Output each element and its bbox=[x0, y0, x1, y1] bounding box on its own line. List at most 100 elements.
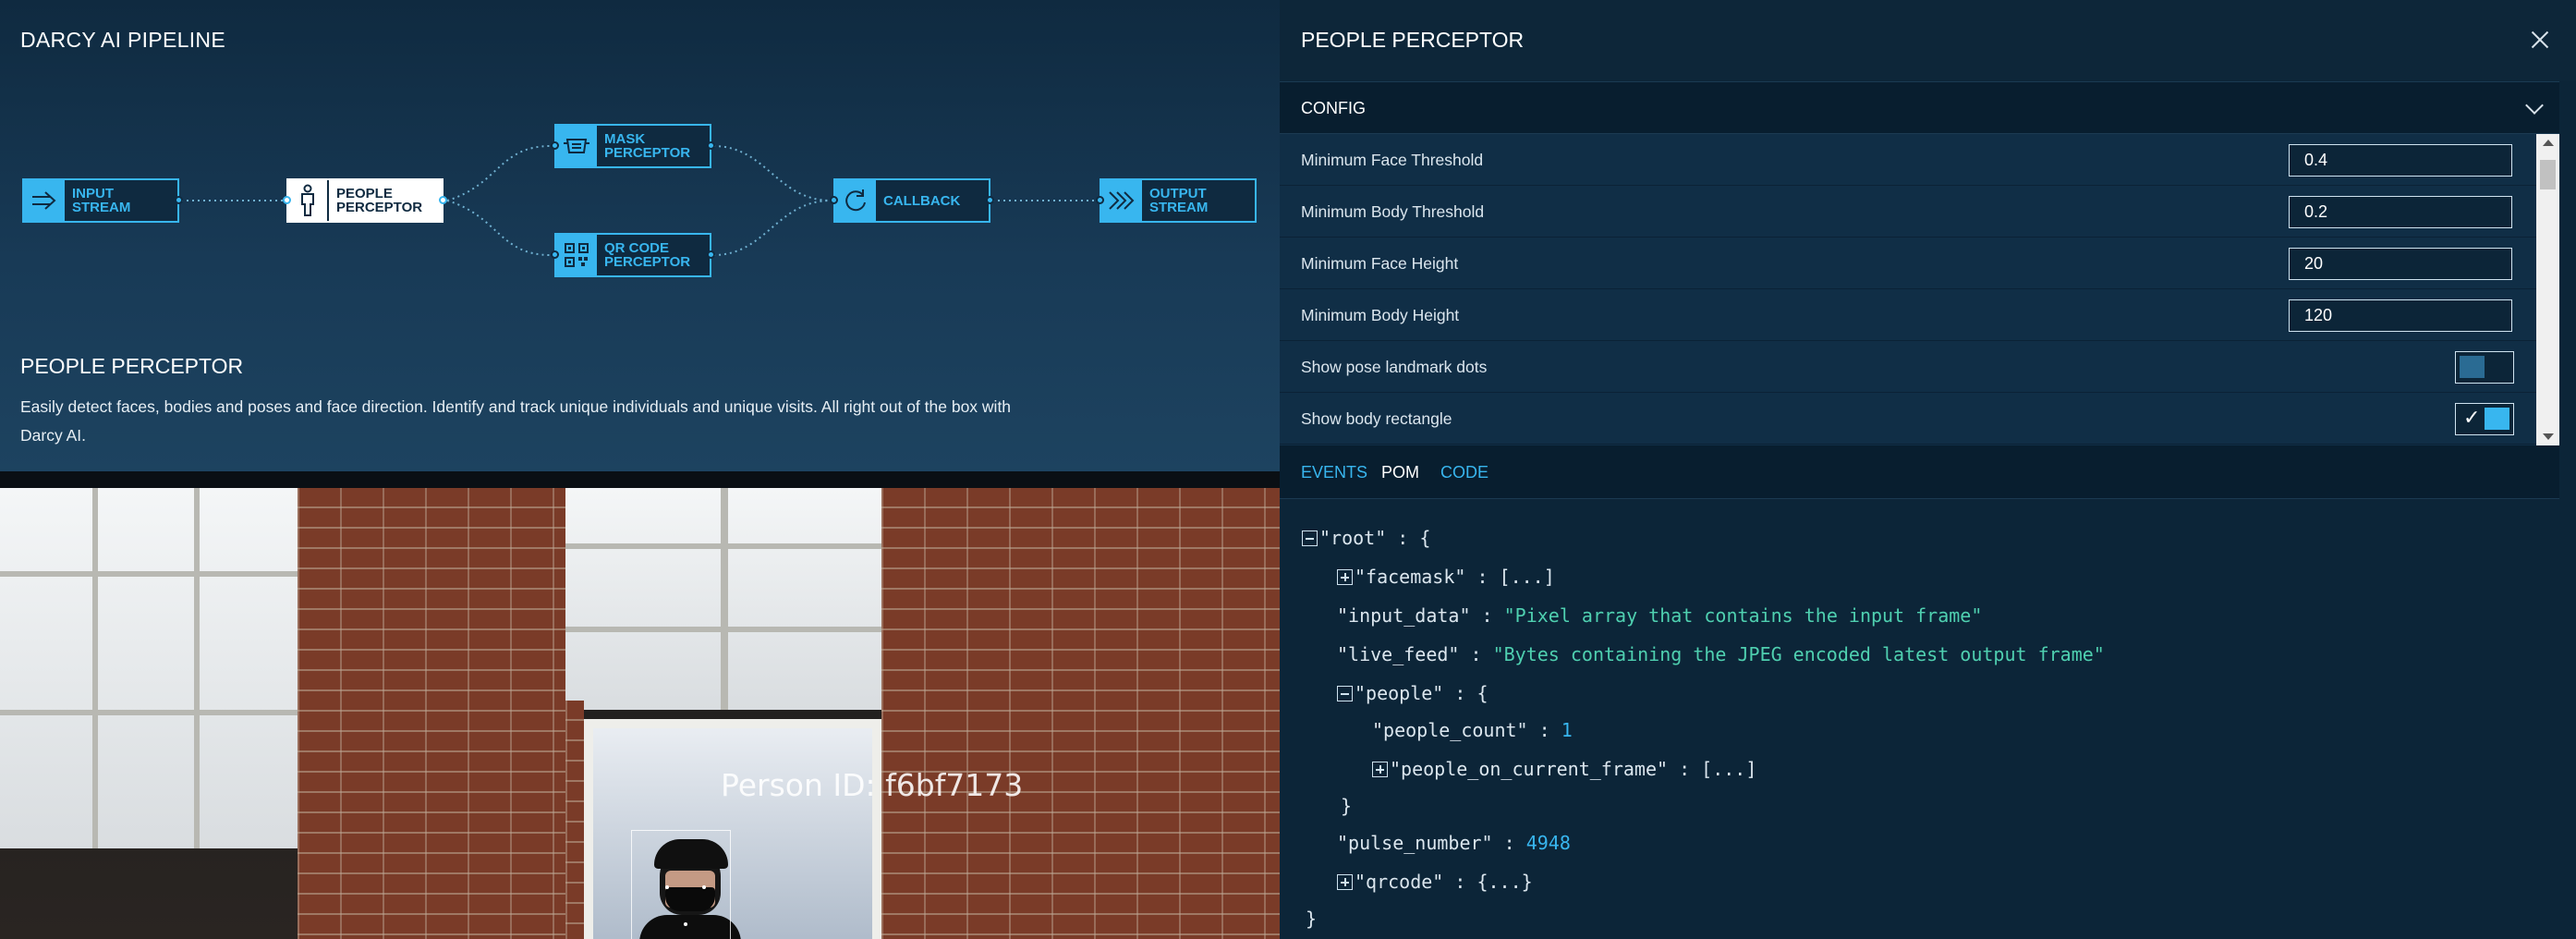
checkmark-icon: ✓ bbox=[2463, 406, 2481, 429]
config-section-header[interactable]: CONFIG bbox=[1280, 81, 2559, 134]
landmark-dot bbox=[702, 885, 706, 889]
collapse-icon[interactable] bbox=[1302, 530, 1318, 546]
person-icon bbox=[288, 180, 329, 221]
input-port[interactable] bbox=[551, 141, 559, 150]
json-key: "people" bbox=[1355, 682, 1444, 704]
body-rectangle bbox=[631, 830, 731, 939]
config-label: CONFIG bbox=[1301, 99, 1366, 117]
window-frame bbox=[565, 627, 881, 632]
person-id-label: Person ID: f6bf7173 bbox=[721, 767, 1024, 803]
json-key: "qrcode" bbox=[1355, 871, 1444, 893]
scroll-up-icon[interactable] bbox=[2543, 140, 2554, 146]
json-line-facemask: "facemask" : [...] bbox=[1337, 566, 1555, 588]
show-pose-landmark-dots-toggle[interactable] bbox=[2455, 351, 2514, 384]
min-face-threshold-input[interactable] bbox=[2289, 144, 2512, 177]
node-label: CALLBACK bbox=[883, 192, 961, 209]
json-line-root: "root" : { bbox=[1302, 527, 1430, 549]
config-scrollbar[interactable] bbox=[2536, 134, 2559, 445]
expand-icon[interactable] bbox=[1372, 762, 1388, 777]
output-port[interactable] bbox=[707, 141, 715, 150]
json-line-people: "people" : { bbox=[1337, 682, 1488, 704]
json-collapsed: [...] bbox=[1499, 566, 1555, 588]
tab-events[interactable]: EVENTS bbox=[1301, 463, 1367, 482]
config-row-show-pose-landmark-dots: Show pose landmark dots bbox=[1280, 341, 2536, 393]
config-row-show-body-rectangle: Show body rectangle ✓ bbox=[1280, 393, 2536, 445]
input-port[interactable] bbox=[1096, 196, 1104, 204]
chevron-down-icon[interactable] bbox=[2525, 96, 2544, 115]
input-port[interactable] bbox=[551, 250, 559, 259]
description-title: PEOPLE PERCEPTOR bbox=[20, 354, 244, 378]
node-mask-perceptor[interactable]: MASK PERCEPTOR bbox=[551, 124, 715, 168]
chevrons-right-icon bbox=[1101, 180, 1142, 221]
node-callback[interactable]: CALLBACK bbox=[830, 178, 994, 223]
config-label: Minimum Face Height bbox=[1301, 254, 1459, 273]
json-key: "people_count" bbox=[1372, 719, 1528, 741]
show-body-rectangle-toggle[interactable]: ✓ bbox=[2455, 403, 2514, 435]
pipeline-area: DARCY AI PIPELINE INPUT STREAM PEOPLE PE… bbox=[0, 0, 1280, 939]
json-key: "facemask" bbox=[1355, 566, 1466, 588]
arrow-right-icon bbox=[24, 180, 65, 221]
window-frame bbox=[0, 710, 298, 715]
output-port[interactable] bbox=[439, 196, 447, 204]
expand-icon[interactable] bbox=[1337, 569, 1353, 585]
node-input-stream[interactable]: INPUT STREAM bbox=[22, 178, 183, 223]
json-string: "Bytes containing the JPEG encoded lates… bbox=[1492, 643, 2105, 665]
window-frame bbox=[92, 488, 98, 848]
tab-code[interactable]: CODE bbox=[1440, 463, 1488, 482]
scroll-thumb[interactable] bbox=[2540, 160, 2556, 189]
json-key: "root" bbox=[1319, 527, 1387, 549]
node-people-perceptor[interactable]: PEOPLE PERCEPTOR bbox=[283, 178, 447, 223]
min-body-threshold-input[interactable] bbox=[2289, 196, 2512, 228]
brick-wall-right bbox=[881, 488, 1280, 939]
node-label: PEOPLE PERCEPTOR bbox=[336, 186, 423, 215]
input-port[interactable] bbox=[283, 196, 291, 204]
panel-title: PEOPLE PERCEPTOR bbox=[1301, 28, 1525, 52]
output-port[interactable] bbox=[175, 196, 183, 204]
config-label: Show pose landmark dots bbox=[1301, 358, 1488, 376]
min-body-height-input[interactable] bbox=[2289, 299, 2512, 332]
description-text: Easily detect faces, bodies and poses an… bbox=[20, 397, 1012, 445]
tab-pom[interactable]: POM bbox=[1381, 463, 1419, 482]
refresh-icon bbox=[835, 180, 876, 221]
mask-icon bbox=[556, 126, 597, 166]
json-line-qrcode: "qrcode" : {...} bbox=[1337, 871, 1533, 893]
detail-panel: PEOPLE PERCEPTOR CONFIG Minimum Face Thr… bbox=[1280, 0, 2576, 939]
node-output-stream[interactable]: OUTPUT STREAM bbox=[1096, 178, 1257, 223]
output-port[interactable] bbox=[707, 250, 715, 259]
config-label: Minimum Body Threshold bbox=[1301, 202, 1485, 221]
close-icon[interactable] bbox=[2526, 26, 2554, 54]
landmark-dot bbox=[684, 922, 687, 926]
expand-icon[interactable] bbox=[1337, 874, 1353, 890]
json-string: "Pixel array that contains the input fra… bbox=[1503, 604, 1983, 627]
scroll-down-icon[interactable] bbox=[2543, 433, 2554, 440]
json-line-people-count: "people_count" : 1 bbox=[1372, 719, 1573, 741]
config-label: Minimum Face Threshold bbox=[1301, 151, 1484, 169]
config-label: Show body rectangle bbox=[1301, 409, 1452, 428]
json-line-root-close: } bbox=[1306, 908, 1318, 930]
window-frame bbox=[721, 488, 728, 710]
collapse-icon[interactable] bbox=[1337, 686, 1353, 701]
json-line-people-on-current-frame: "people_on_current_frame" : [...] bbox=[1372, 758, 1756, 780]
json-collapsed: {...} bbox=[1476, 871, 1533, 893]
edge-qr-callback bbox=[712, 200, 832, 256]
input-port[interactable] bbox=[830, 196, 838, 204]
panel-header: PEOPLE PERCEPTOR bbox=[1280, 0, 2576, 81]
config-label: Minimum Body Height bbox=[1301, 306, 1460, 324]
node-label: INPUT STREAM bbox=[72, 186, 131, 215]
camera-feed: Person ID: f6bf7173 bbox=[0, 471, 1280, 939]
json-key: "people_on_current_frame" bbox=[1390, 758, 1669, 780]
node-qr-code-perceptor[interactable]: QR CODE PERCEPTOR bbox=[551, 233, 715, 277]
config-row-min-face-height: Minimum Face Height bbox=[1280, 238, 2536, 289]
window-left bbox=[0, 488, 298, 848]
panel-tabs: EVENTS POM CODE bbox=[1280, 445, 2559, 499]
config-row-min-face-threshold: Minimum Face Threshold bbox=[1280, 134, 2536, 186]
output-port[interactable] bbox=[986, 196, 994, 204]
config-list: Minimum Face Threshold Minimum Body Thre… bbox=[1280, 134, 2536, 445]
json-collapsed: [...] bbox=[1701, 758, 1757, 780]
window-frame bbox=[565, 543, 881, 549]
min-face-height-input[interactable] bbox=[2289, 248, 2512, 280]
json-key: "input_data" bbox=[1337, 604, 1471, 627]
brick-wall-left bbox=[298, 488, 565, 939]
config-row-min-body-threshold: Minimum Body Threshold bbox=[1280, 186, 2536, 238]
edge-people-mask bbox=[446, 145, 552, 201]
